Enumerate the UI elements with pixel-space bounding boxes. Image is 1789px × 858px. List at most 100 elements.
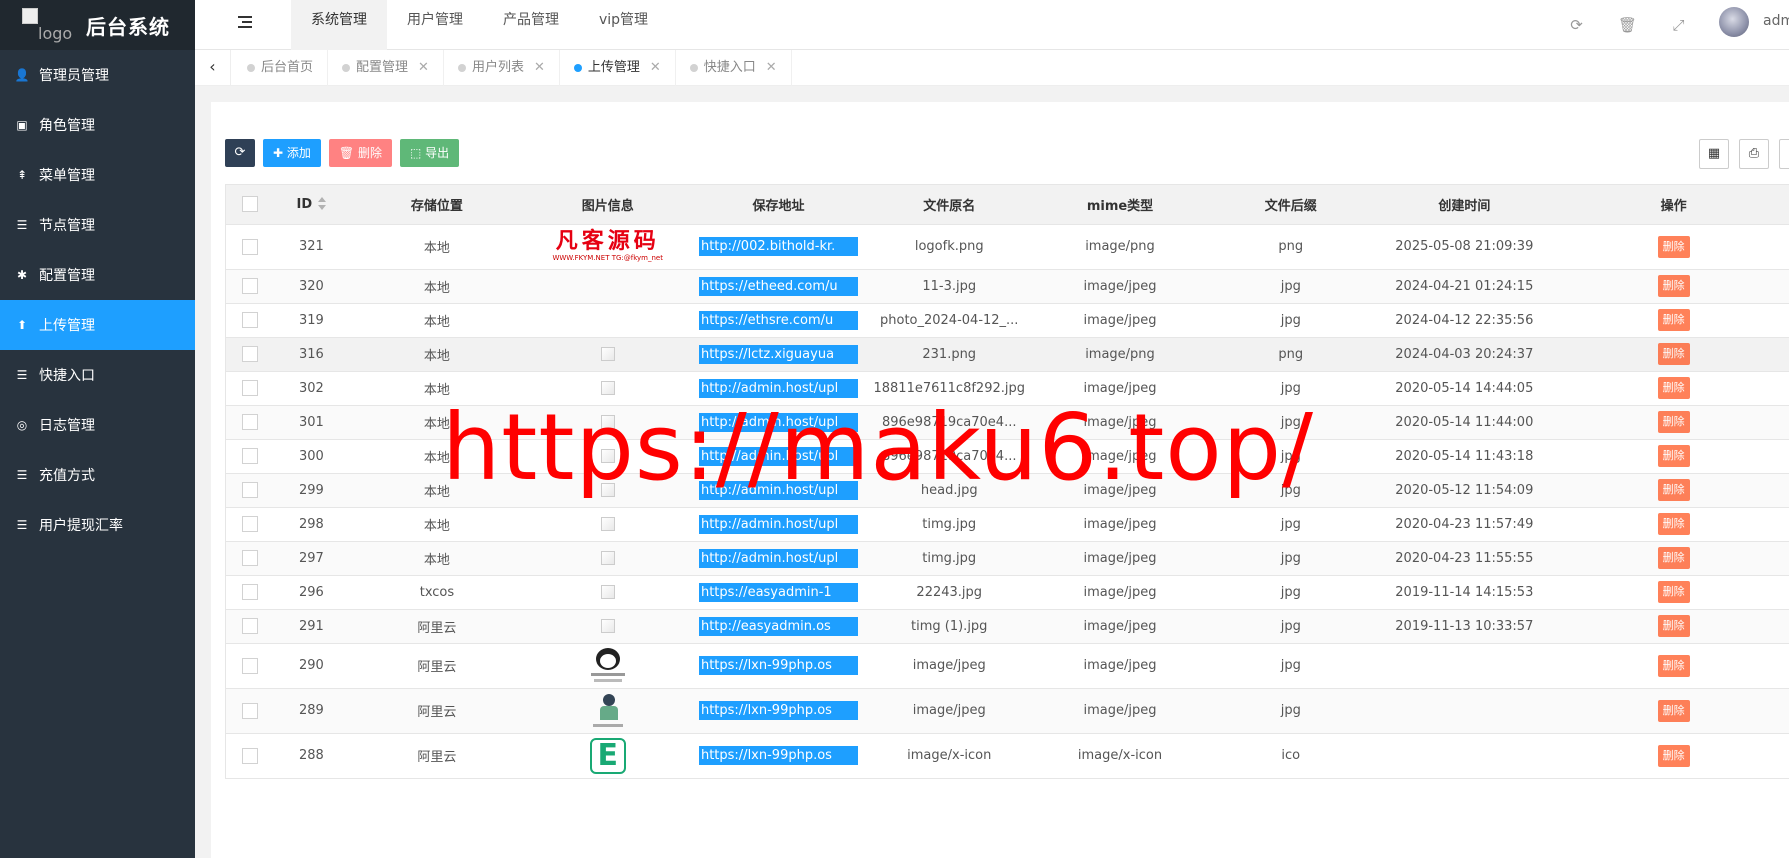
print-icon[interactable]: ⎙ [1739, 139, 1769, 169]
row-delete-button[interactable]: 删除 [1657, 699, 1690, 722]
url-link[interactable]: https://lxn-99php.os [698, 656, 858, 675]
url-link[interactable]: https://ethsre.com/u [698, 310, 858, 330]
row-checkbox[interactable] [241, 550, 258, 566]
url-link[interactable]: https://lctz.xiguayua [698, 344, 858, 364]
row-checkbox[interactable] [241, 380, 258, 396]
top-nav-tab[interactable]: vip管理 [579, 0, 668, 50]
sidebar-item[interactable]: ⬆ 上传管理 [0, 300, 195, 350]
thumbnail-image[interactable]: E [589, 737, 626, 774]
menu-toggle-icon[interactable] [238, 16, 252, 28]
url-link[interactable]: http://admin.host/upl [698, 548, 858, 568]
sidebar-item[interactable]: ✱ 配置管理 [0, 250, 195, 300]
thumbnail-image[interactable]: 凡客源码 WWW.FKYM.NET TG:@fkym_net [538, 228, 678, 266]
fullscreen-icon[interactable]: ⤢ [1653, 16, 1704, 34]
row-delete-button[interactable]: 删除 [1657, 377, 1690, 399]
url-link[interactable]: http://002.bithold-kr. [698, 237, 858, 256]
row-checkbox[interactable] [241, 618, 258, 634]
select-all-checkbox[interactable] [241, 196, 258, 213]
close-icon[interactable]: ✕ [650, 50, 661, 86]
url-link[interactable]: http://admin.host/upl [698, 480, 858, 500]
columns-icon[interactable]: ▦ [1699, 139, 1729, 169]
avatar[interactable] [1719, 7, 1749, 37]
row-checkbox[interactable] [241, 482, 258, 498]
admin-name[interactable]: admin [1763, 13, 1789, 29]
row-checkbox[interactable] [241, 657, 258, 674]
url-link[interactable]: https://lxn-99php.os [698, 701, 858, 720]
row-checkbox[interactable] [241, 584, 258, 600]
top-nav-tab[interactable]: 用户管理 [387, 0, 483, 50]
refresh-icon[interactable]: ⟳ [1551, 16, 1602, 34]
sidebar-item[interactable]: ▣ 角色管理 [0, 100, 195, 150]
row-delete-button[interactable]: 删除 [1657, 343, 1690, 365]
url-link[interactable]: https://lxn-99php.os [698, 746, 858, 765]
broken-image-icon[interactable] [600, 585, 615, 599]
page-tab[interactable]: 后台首页 [233, 50, 329, 86]
row-checkbox[interactable] [241, 312, 258, 328]
row-checkbox[interactable] [241, 278, 258, 294]
row-delete-button[interactable]: 删除 [1657, 235, 1690, 258]
sort-icon[interactable] [318, 197, 327, 211]
sidebar-item[interactable]: ☰ 充值方式 [0, 450, 195, 500]
broken-image-icon[interactable] [600, 347, 615, 361]
row-delete-button[interactable]: 删除 [1657, 479, 1690, 501]
page-tab[interactable]: 用户列表 ✕ [444, 50, 560, 86]
sidebar-item[interactable]: ⇞ 菜单管理 [0, 150, 195, 200]
row-delete-button[interactable]: 删除 [1657, 615, 1690, 637]
thumbnail-image[interactable] [590, 646, 625, 686]
page-tab[interactable]: 上传管理 ✕ [560, 50, 676, 86]
url-link[interactable]: https://etheed.com/u [698, 276, 858, 296]
row-delete-button[interactable]: 删除 [1657, 513, 1690, 535]
row-delete-button[interactable]: 删除 [1657, 275, 1690, 297]
top-nav-tab[interactable]: 产品管理 [483, 0, 579, 50]
url-link[interactable]: http://admin.host/upl [698, 514, 858, 534]
row-checkbox[interactable] [241, 414, 258, 430]
thumbnail-image[interactable] [591, 691, 625, 731]
page-tab[interactable]: 配置管理 ✕ [328, 50, 444, 86]
broken-image-icon[interactable] [600, 483, 615, 497]
url-link[interactable]: http://easyadmin.os [698, 616, 858, 636]
sidebar-item[interactable]: ◎ 日志管理 [0, 400, 195, 450]
broken-image-icon[interactable] [600, 551, 615, 565]
row-checkbox[interactable] [241, 448, 258, 464]
row-checkbox[interactable] [241, 346, 258, 362]
row-delete-button[interactable]: 删除 [1657, 445, 1690, 467]
sidebar-item[interactable]: ☰ 快捷入口 [0, 350, 195, 400]
close-icon[interactable]: ✕ [766, 50, 777, 86]
url-link[interactable]: https://easyadmin-1 [698, 582, 858, 602]
sidebar-item[interactable]: 👤 管理员管理 [0, 50, 195, 100]
list-icon: ☰ [16, 218, 28, 232]
logo-area[interactable]: logo 后台系统 [0, 0, 195, 50]
row-checkbox[interactable] [241, 747, 258, 764]
row-delete-button[interactable]: 删除 [1657, 581, 1690, 603]
export-icon[interactable]: ⇪ [1779, 139, 1789, 169]
refresh-button[interactable]: ⟳ [225, 139, 255, 167]
top-nav-tab[interactable]: 系统管理 [291, 0, 387, 50]
broken-image-icon[interactable] [600, 517, 615, 531]
url-link[interactable]: http://admin.host/upl [698, 412, 858, 432]
url-link[interactable]: http://admin.host/upl [698, 446, 858, 466]
row-delete-button[interactable]: 删除 [1657, 744, 1690, 767]
broken-image-icon[interactable] [600, 619, 615, 633]
sidebar-item[interactable]: ☰ 用户提现汇率 [0, 500, 195, 550]
chevron-left-icon[interactable]: ‹ [195, 50, 231, 86]
sidebar-item[interactable]: ☰ 节点管理 [0, 200, 195, 250]
close-icon[interactable]: ✕ [534, 50, 545, 86]
export-button[interactable]: ⬚ 导出 [399, 139, 460, 167]
row-checkbox[interactable] [241, 702, 258, 719]
url-link[interactable]: http://admin.host/upl [698, 378, 858, 398]
broken-image-icon[interactable] [600, 449, 615, 463]
row-delete-button[interactable]: 删除 [1657, 411, 1690, 433]
delete-button[interactable]: 🗑 删除 [328, 139, 392, 167]
broken-image-icon[interactable] [600, 381, 615, 395]
page-tab[interactable]: 快捷入口 ✕ [676, 50, 792, 86]
close-icon[interactable]: ✕ [418, 50, 429, 86]
trash-icon[interactable]: 🗑 [1602, 16, 1653, 34]
add-button[interactable]: ✚ 添加 [263, 139, 321, 167]
broken-image-icon[interactable] [600, 415, 615, 429]
row-checkbox[interactable] [241, 516, 258, 532]
row-delete-button[interactable]: 删除 [1657, 547, 1690, 569]
row-delete-button[interactable]: 删除 [1657, 654, 1690, 677]
row-checkbox[interactable] [241, 238, 258, 255]
column-header[interactable]: ID [273, 185, 349, 225]
row-delete-button[interactable]: 删除 [1657, 309, 1690, 331]
